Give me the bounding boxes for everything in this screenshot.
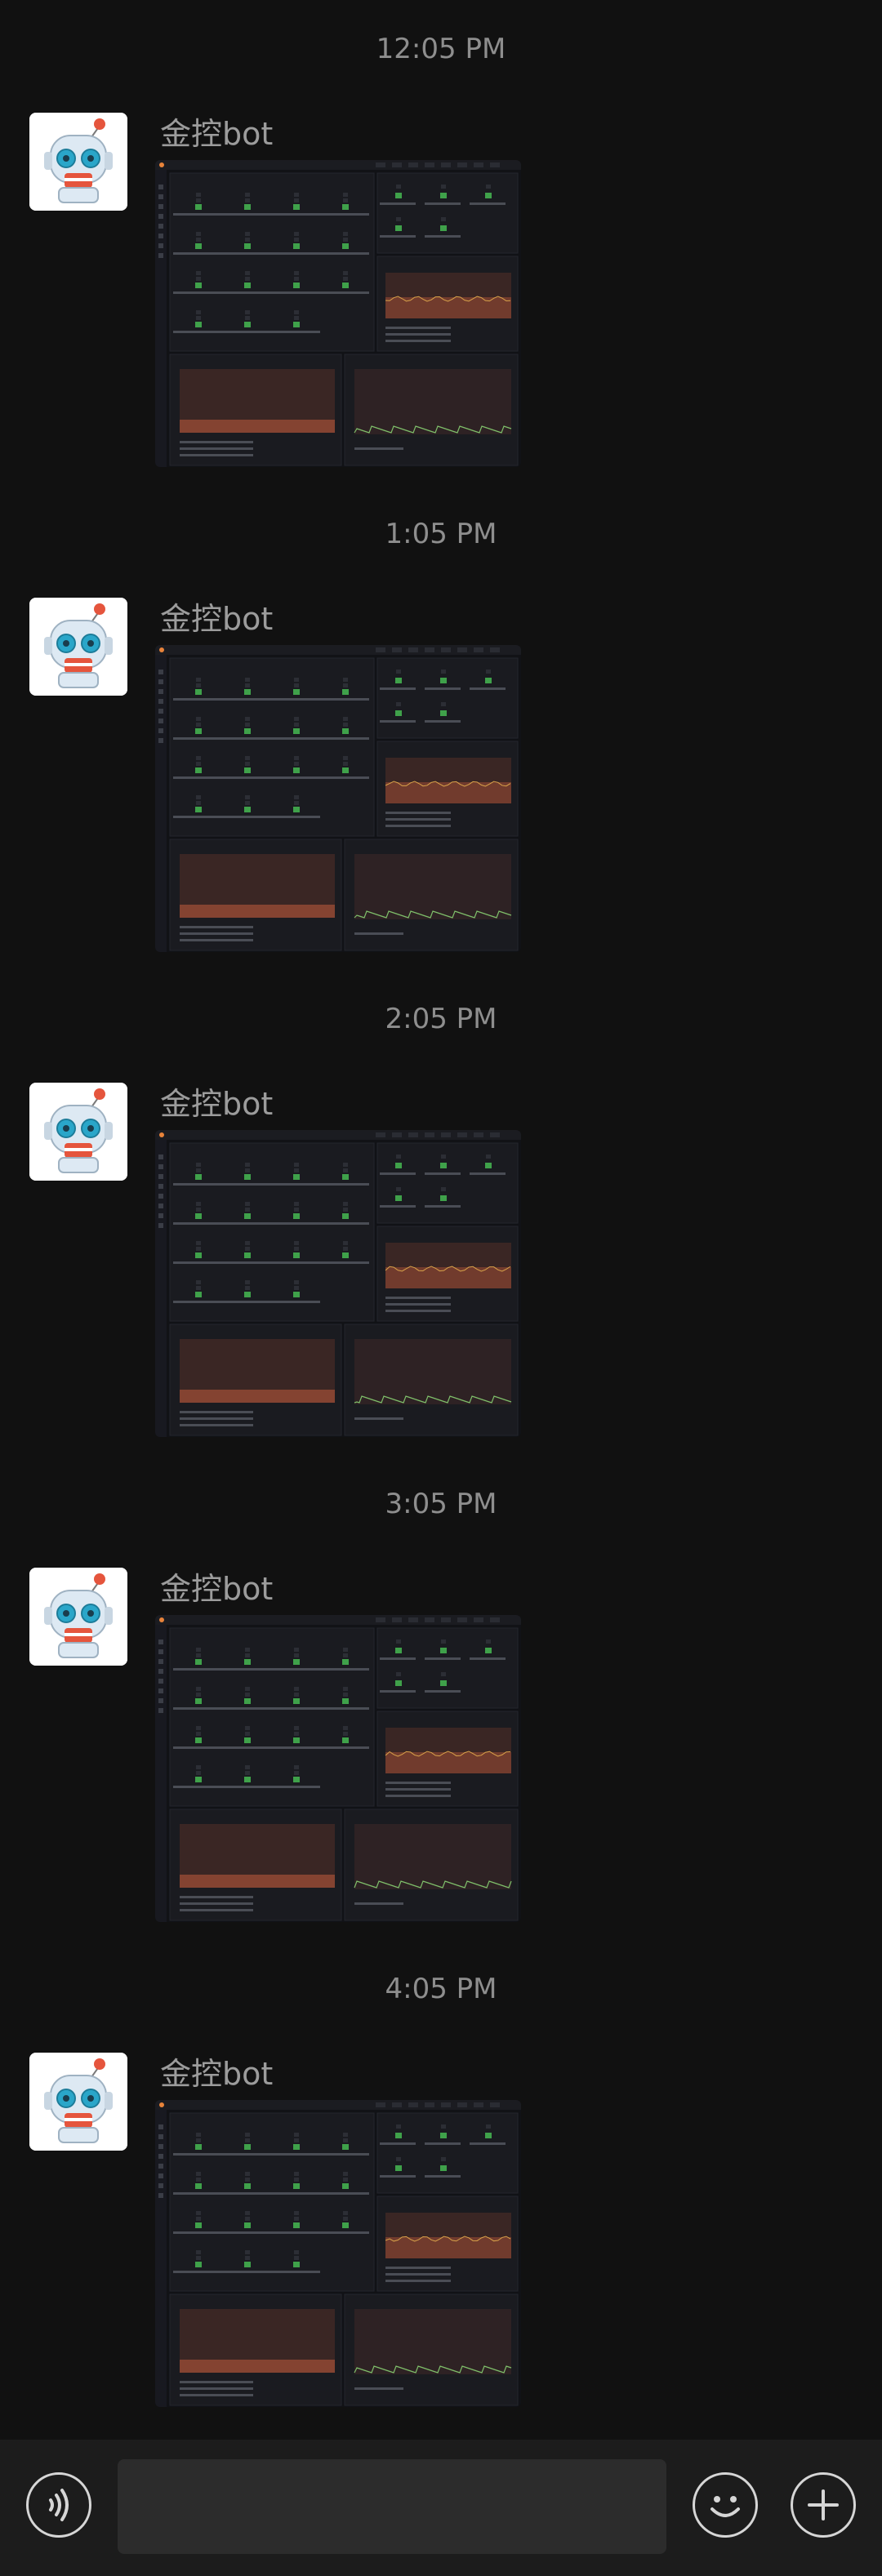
bot-avatar[interactable] [29,598,127,696]
bot-avatar[interactable] [29,1568,127,1666]
message-item: 金控bot [0,598,882,952]
dashboard-screenshot[interactable] [155,1130,521,1437]
bot-avatar[interactable] [29,113,127,211]
message-item: 金控bot [0,113,882,467]
sender-name: 金控bot [160,1086,274,1122]
bot-avatar[interactable] [29,2053,127,2151]
timestamp: 3:05 PM [385,1488,497,1520]
message-input[interactable] [118,2459,666,2554]
sender-name: 金控bot [160,601,274,637]
timestamp: 2:05 PM [385,1003,497,1035]
voice-button[interactable] [26,2472,91,2538]
dashboard-screenshot[interactable] [155,1615,521,1922]
timestamp: 1:05 PM [385,518,497,550]
bot-avatar[interactable] [29,1083,127,1181]
add-button[interactable] [791,2472,856,2538]
dashboard-screenshot[interactable] [155,160,521,467]
sender-name: 金控bot [160,116,274,152]
message-item: 金控bot [0,1568,882,1922]
dashboard-screenshot[interactable] [155,645,521,952]
emoji-button[interactable] [693,2472,758,2538]
sender-name: 金控bot [160,1571,274,1607]
message-item: 金控bot [0,1083,882,1437]
message-item: 金控bot [0,2053,882,2407]
timestamp: 4:05 PM [385,1973,497,2005]
emoji-icon [710,2496,740,2517]
voice-icon [49,2489,69,2521]
sender-name: 金控bot [160,2056,274,2092]
input-bar [0,2440,882,2576]
timestamp: 12:05 PM [376,33,506,65]
dashboard-screenshot[interactable] [155,2100,521,2407]
plus-icon [808,2489,839,2520]
